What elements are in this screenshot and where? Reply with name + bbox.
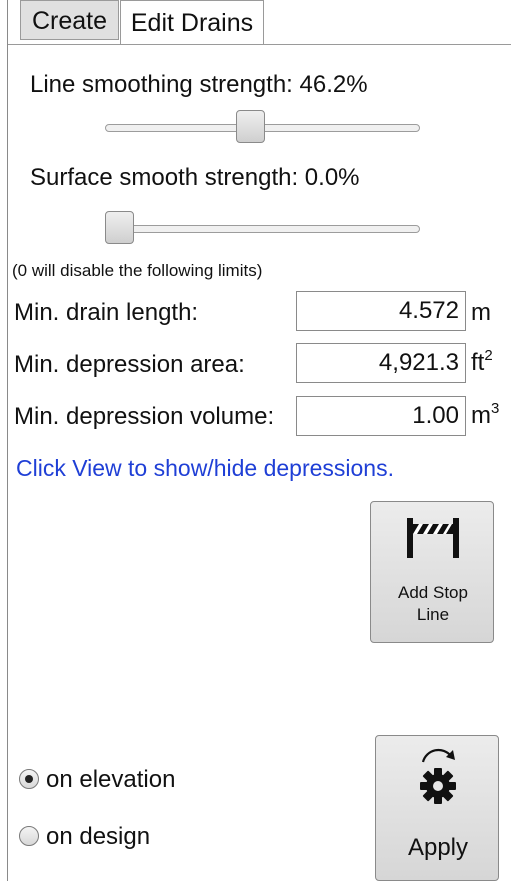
apply-label: Apply — [407, 834, 469, 861]
min-drain-length-label: Min. drain length: — [14, 299, 199, 326]
tab-create[interactable]: Create — [20, 0, 119, 40]
min-drain-length-field[interactable]: 4.572 — [296, 291, 466, 331]
limits-note: (0 will disable the following limits) — [12, 261, 263, 280]
on-design-label[interactable]: on design — [46, 823, 150, 851]
radio-selected-dot — [25, 775, 33, 783]
min-depression-area-unit: ft2 — [471, 347, 493, 376]
tab-strip: Create Edit Drains — [8, 0, 511, 44]
add-stop-line-label: Add Stop Line — [398, 583, 468, 624]
gear-icon — [420, 748, 456, 804]
view-depressions-hint: Click View to show/hide depressions. — [16, 455, 394, 481]
add-stop-line-button[interactable]: Add Stop Line — [370, 501, 494, 643]
surface-smoothing-slider-thumb[interactable] — [105, 211, 134, 244]
surface-smoothing-label: Surface smooth strength: 0.0% — [30, 164, 360, 191]
min-depression-area-label: Min. depression area: — [14, 351, 245, 378]
apply-button[interactable]: Apply — [375, 735, 499, 881]
min-depression-volume-label: Min. depression volume: — [14, 403, 275, 430]
min-drain-length-unit: m — [471, 299, 491, 326]
radio-on-elevation[interactable] — [19, 769, 39, 789]
edit-drains-panel: Line smoothing strength: 46.2% Surface s… — [8, 44, 511, 882]
min-depression-volume-field[interactable]: 1.00 — [296, 396, 466, 436]
line-smoothing-slider-thumb[interactable] — [236, 110, 265, 143]
min-depression-area-field[interactable]: 4,921.3 — [296, 343, 466, 383]
surface-smoothing-slider-track[interactable] — [105, 225, 420, 233]
on-elevation-label[interactable]: on elevation — [46, 766, 175, 794]
line-smoothing-label: Line smoothing strength: 46.2% — [30, 71, 368, 98]
panel-left-border — [0, 0, 8, 881]
radio-on-design[interactable] — [19, 826, 39, 846]
min-depression-volume-unit: m3 — [471, 400, 500, 429]
barrier-icon — [407, 518, 459, 558]
tab-edit-drains[interactable]: Edit Drains — [120, 0, 264, 44]
